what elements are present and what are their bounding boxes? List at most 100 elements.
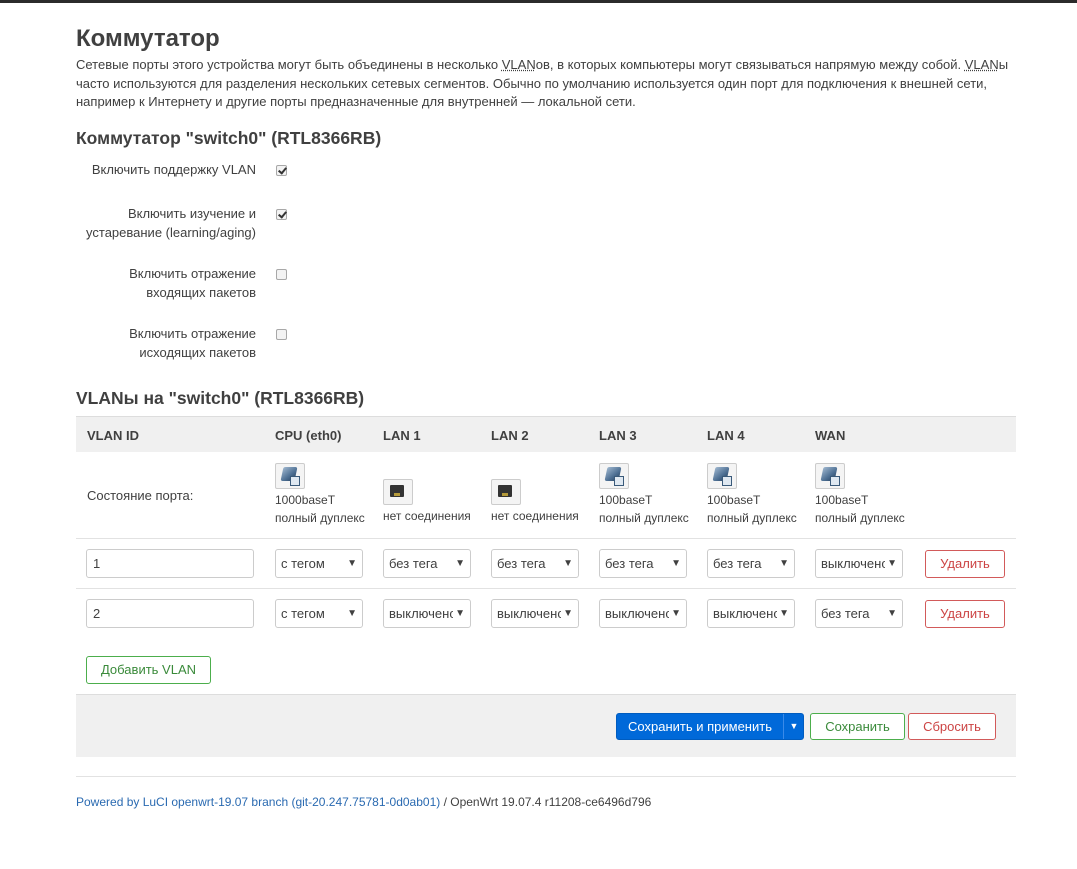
enable-mirror-tx-checkbox[interactable] xyxy=(276,329,287,340)
port-up-icon xyxy=(707,463,737,489)
description-text: ов, в которых компьютеры могут связывать… xyxy=(535,57,965,72)
switch-section-title: Коммутатор "switch0" (RTL8366RB) xyxy=(76,128,382,148)
dropdown-arrow-icon: ▼ xyxy=(453,550,465,577)
dropdown-arrow-icon: ▼ xyxy=(669,550,681,577)
select-value: без тега xyxy=(713,556,762,571)
select-value: с тегом xyxy=(281,606,325,621)
vlan-id-input[interactable]: 1 xyxy=(86,549,254,578)
port-speed: 100baseT xyxy=(815,493,869,507)
row-divider xyxy=(76,588,1016,589)
port-status-wan: 100baseT полный дуплекс xyxy=(815,463,915,527)
footer: Powered by LuCI openwrt-19.07 branch (gi… xyxy=(76,795,651,809)
select-value: выключено xyxy=(713,606,781,621)
port-speed: нет соединения xyxy=(383,509,471,523)
port-up-icon xyxy=(599,463,629,489)
actions-bar: Сохранить и применить ▼ Сохранить Сброси… xyxy=(76,694,1016,757)
option-label-line: входящих пакетов xyxy=(146,284,256,300)
port-membership-select[interactable]: без тега ▼ xyxy=(815,599,903,628)
port-speed: 100baseT xyxy=(599,493,653,507)
port-membership-select[interactable]: с тегом ▼ xyxy=(275,549,363,578)
save-button[interactable]: Сохранить xyxy=(810,713,905,740)
delete-vlan-button[interactable]: Удалить xyxy=(925,600,1005,628)
port-status-lan1: нет соединения xyxy=(383,463,483,525)
column-header: LAN 2 xyxy=(491,428,529,443)
port-membership-select[interactable]: с тегом ▼ xyxy=(275,599,363,628)
vlan-id-input[interactable]: 2 xyxy=(86,599,254,628)
luci-link[interactable]: Powered by LuCI openwrt-19.07 branch (gi… xyxy=(76,795,440,809)
option-label-line: устаревание (learning/aging) xyxy=(86,224,256,240)
dropdown-arrow-icon: ▼ xyxy=(561,600,573,627)
port-speed: 1000baseT xyxy=(275,493,336,507)
enable-learning-checkbox[interactable] xyxy=(276,209,287,220)
port-membership-select[interactable]: выключено ▼ xyxy=(815,549,903,578)
vlan-table-header: VLAN ID CPU (eth0) LAN 1 LAN 2 LAN 3 LAN… xyxy=(76,416,1016,452)
dropdown-arrow-icon: ▼ xyxy=(885,550,897,577)
save-apply-button[interactable]: Сохранить и применить ▼ xyxy=(616,713,804,740)
top-bar xyxy=(0,0,1077,3)
port-membership-select[interactable]: без тега ▼ xyxy=(707,549,795,578)
delete-vlan-button[interactable]: Удалить xyxy=(925,550,1005,578)
footer-divider xyxy=(76,776,1016,777)
port-membership-select[interactable]: без тега ▼ xyxy=(491,549,579,578)
enable-vlan-checkbox[interactable] xyxy=(276,165,287,176)
vlan-abbr: VLAN xyxy=(501,57,536,72)
port-status-cpu: 1000baseT полный дуплекс xyxy=(275,463,375,527)
port-state-label: Состояние порта: xyxy=(87,488,194,503)
column-header: LAN 1 xyxy=(383,428,421,443)
page-description: Сетевые порты этого устройства могут быт… xyxy=(76,56,1016,112)
port-duplex: полный дуплекс xyxy=(815,511,905,525)
port-down-icon xyxy=(491,479,521,505)
port-status-lan3: 100baseT полный дуплекс xyxy=(599,463,699,527)
select-value: без тега xyxy=(497,556,546,571)
column-header: WAN xyxy=(815,428,846,443)
port-status-lan4: 100baseT полный дуплекс xyxy=(707,463,807,527)
option-label-line: Включить изучение и xyxy=(127,206,256,221)
port-membership-select[interactable]: выключено ▼ xyxy=(707,599,795,628)
option-label-line: Включить отражение xyxy=(129,266,256,281)
select-value: выключено xyxy=(389,606,457,621)
port-membership-select[interactable]: выключено ▼ xyxy=(383,599,471,628)
select-value: без тега xyxy=(605,556,654,571)
port-up-icon xyxy=(815,463,845,489)
column-header: CPU (eth0) xyxy=(275,428,342,443)
option-vlan-label: Включить поддержку VLAN xyxy=(92,161,256,180)
save-apply-label: Сохранить и применить xyxy=(628,719,772,734)
dropdown-arrow-icon: ▼ xyxy=(453,600,465,627)
select-value: выключено xyxy=(821,556,889,571)
port-down-icon xyxy=(383,479,413,505)
description-text: Сетевые порты этого устройства могут быт… xyxy=(76,57,502,72)
port-membership-select[interactable]: выключено ▼ xyxy=(599,599,687,628)
port-membership-select[interactable]: без тега ▼ xyxy=(383,549,471,578)
vlans-section-title: VLANы на "switch0" (RTL8366RB) xyxy=(76,388,365,408)
select-value: выключено xyxy=(605,606,673,621)
chevron-down-icon[interactable]: ▼ xyxy=(784,714,804,739)
port-membership-select[interactable]: выключено ▼ xyxy=(491,599,579,628)
add-vlan-button[interactable]: Добавить VLAN xyxy=(86,656,211,684)
select-value: без тега xyxy=(821,606,870,621)
option-learning-label: Включить изучение и устаревание (learnin… xyxy=(86,205,256,242)
dropdown-arrow-icon: ▼ xyxy=(885,600,897,627)
select-value: выключено xyxy=(497,606,565,621)
dropdown-arrow-icon: ▼ xyxy=(777,550,789,577)
enable-mirror-rx-checkbox[interactable] xyxy=(276,269,287,280)
port-speed: нет соединения xyxy=(491,509,579,523)
option-label-text: Включить поддержку VLAN xyxy=(91,162,256,177)
port-duplex: полный дуплекс xyxy=(275,511,365,525)
port-membership-select[interactable]: без тега ▼ xyxy=(599,549,687,578)
page-title: Коммутатор xyxy=(76,25,220,52)
option-label-line: Включить отражение xyxy=(129,326,256,341)
dropdown-arrow-icon: ▼ xyxy=(669,600,681,627)
select-value: без тега xyxy=(389,556,438,571)
dropdown-arrow-icon: ▼ xyxy=(345,600,357,627)
column-header: LAN 3 xyxy=(599,428,637,443)
option-mirror-tx-label: Включить отражение исходящих пакетов xyxy=(129,325,256,362)
vlan-abbr: VLAN xyxy=(964,57,999,72)
select-value: с тегом xyxy=(281,556,325,571)
column-header: VLAN ID xyxy=(87,428,139,443)
dropdown-arrow-icon: ▼ xyxy=(561,550,573,577)
reset-button[interactable]: Сбросить xyxy=(908,713,996,740)
port-status-lan2: нет соединения xyxy=(491,463,591,525)
dropdown-arrow-icon: ▼ xyxy=(777,600,789,627)
dropdown-arrow-icon: ▼ xyxy=(345,550,357,577)
row-divider xyxy=(76,538,1016,539)
